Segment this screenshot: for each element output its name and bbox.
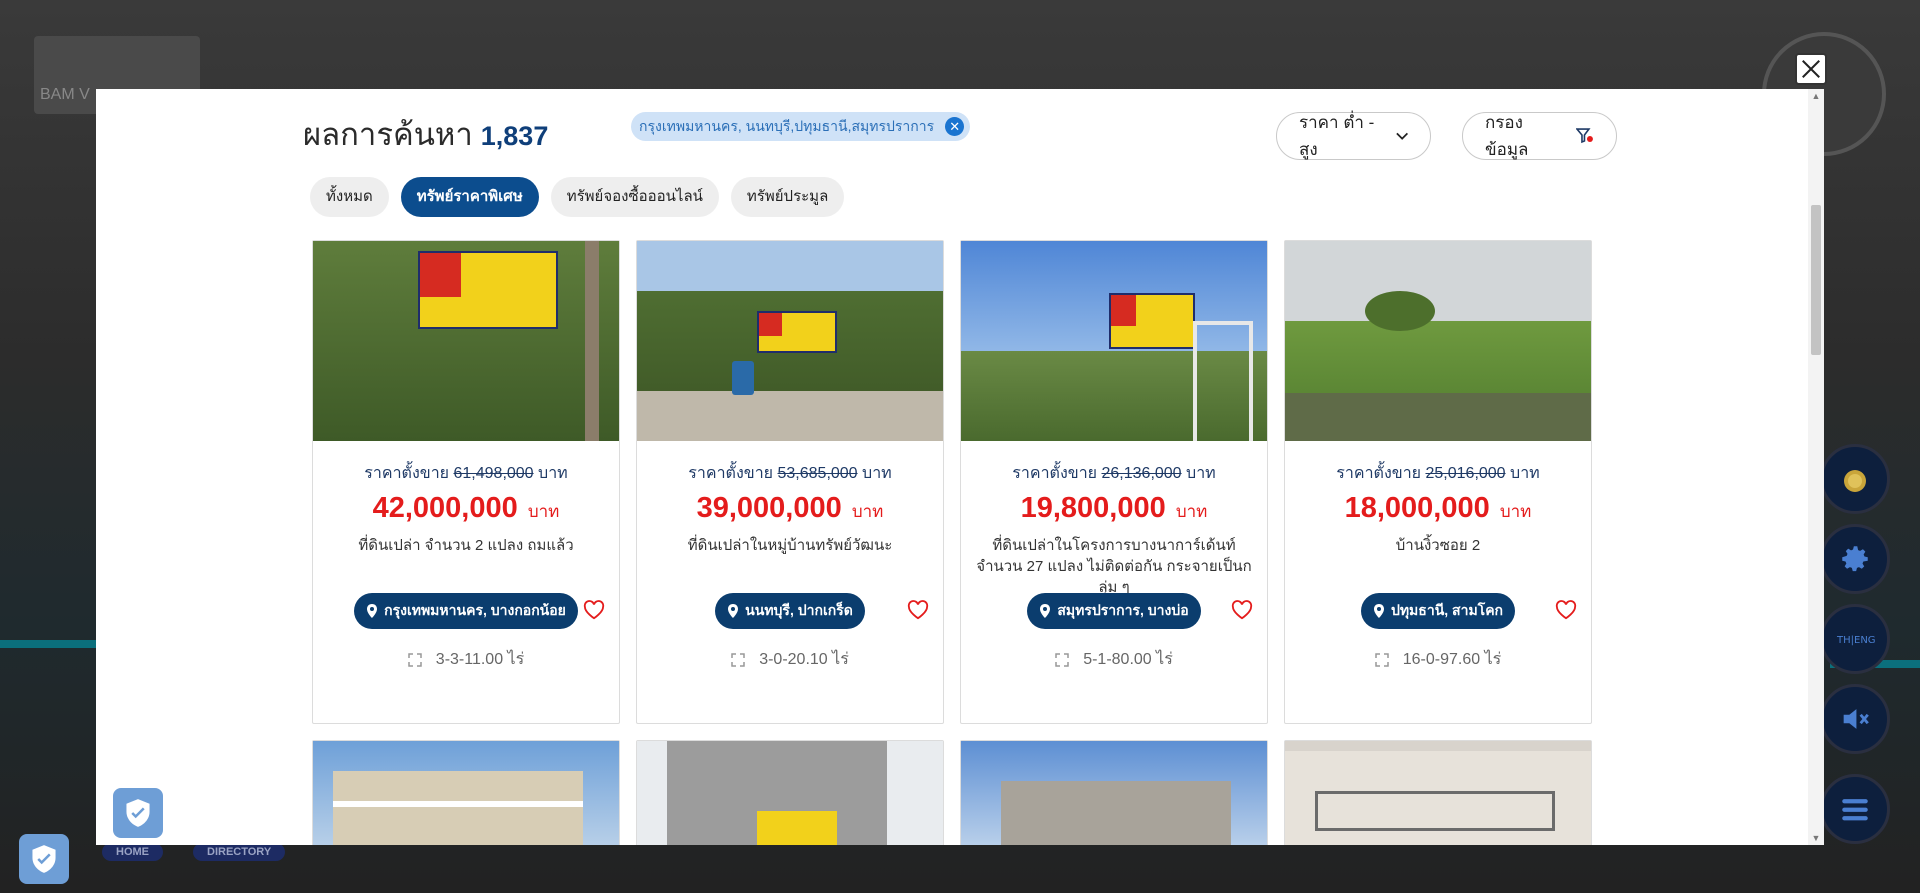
map-pin-icon	[728, 604, 739, 618]
tab-online-reservation[interactable]: ทรัพย์จองซื้อออนไลน์	[550, 177, 719, 217]
listing-photo[interactable]	[637, 741, 943, 845]
listing-photo[interactable]	[313, 741, 619, 845]
shield-icon	[126, 799, 150, 827]
sort-label: ราคา ต่ำ - สูง	[1299, 113, 1375, 159]
close-button[interactable]	[1795, 53, 1827, 85]
language-button[interactable]: TH|ENG	[1820, 604, 1890, 674]
listing-grid: ราคาตั้งขาย 61,498,000 บาท 42,000,000 บา…	[312, 240, 1592, 845]
original-price: ราคาตั้งขาย 26,136,000 บาท	[1012, 465, 1216, 482]
listing-card[interactable]: ราคาตั้งขาย 25,016,000 บาท 18,000,000 บา…	[1284, 240, 1592, 724]
listing-card[interactable]: ราคาตั้งขาย 61,498,000 บาท 42,000,000 บา…	[312, 240, 620, 724]
bottom-nav: HOME DIRECTORY	[102, 842, 322, 864]
expand-icon	[731, 652, 745, 667]
listing-card[interactable]: ราคาตั้งขาย 53,685,000 บาท 39,000,000 บา…	[636, 240, 944, 724]
land-area: 5-1-80.00 ไร่	[961, 647, 1267, 672]
scrollbar-thumb[interactable]	[1811, 205, 1821, 355]
land-area: 3-0-20.10 ไร่	[637, 647, 943, 672]
privacy-shield-button[interactable]	[113, 788, 163, 838]
filter-label: กรองข้อมูล	[1485, 113, 1529, 159]
favorite-heart-icon[interactable]	[1555, 600, 1577, 620]
map-pin-icon	[367, 604, 378, 618]
sale-price: 39,000,000 บาท	[696, 492, 884, 524]
speaker-mute-icon	[1843, 709, 1869, 729]
location-badge[interactable]: สมุทรปราการ, บางบ่อ	[1027, 593, 1201, 629]
province-filter-chip: กรุงเทพมหานคร, นนทบุรี,ปทุมธานี,สมุทรปรา…	[631, 112, 971, 141]
expand-icon	[408, 652, 422, 667]
favorite-heart-icon[interactable]	[907, 600, 929, 620]
original-price: ราคาตั้งขาย 61,498,000 บาท	[364, 465, 568, 482]
listing-photo[interactable]	[961, 241, 1267, 441]
listing-photo[interactable]	[961, 741, 1267, 845]
land-area: 3-3-11.00 ไร่	[313, 647, 619, 672]
medal-icon	[1844, 470, 1866, 492]
listing-description: ที่ดินเปล่า จำนวน 2 แปลง ถมแล้ว	[358, 537, 574, 554]
settings-button[interactable]	[1820, 524, 1890, 594]
expand-icon	[1055, 652, 1069, 667]
sale-price: 19,800,000 บาท	[1020, 492, 1208, 524]
listing-photo[interactable]	[1285, 241, 1591, 441]
land-area: 16-0-97.60 ไร่	[1285, 647, 1591, 672]
sort-dropdown[interactable]: ราคา ต่ำ - สูง	[1276, 112, 1431, 160]
location-badge[interactable]: นนทบุรี, ปากเกร็ด	[715, 593, 865, 629]
location-badge[interactable]: ปทุมธานี, สามโคก	[1360, 593, 1516, 629]
page-title: ผลการค้นหา 1,837	[303, 109, 548, 159]
search-results-modal: ผลการค้นหา 1,837 กรุงเทพมหานคร, นนทบุรี,ป…	[96, 89, 1824, 845]
tab-special-price[interactable]: ทรัพย์ราคาพิเศษ	[400, 177, 539, 217]
privacy-shield-button[interactable]	[19, 834, 69, 884]
location-badge[interactable]: กรุงเทพมหานคร, บางกอกน้อย	[354, 593, 578, 629]
map-pin-icon	[1373, 604, 1384, 618]
sale-price: 18,000,000 บาท	[1344, 492, 1532, 524]
background-strip	[0, 640, 96, 648]
medal-button[interactable]	[1820, 444, 1890, 514]
tab-all[interactable]: ทั้งหมด	[310, 177, 389, 217]
listing-photo[interactable]	[313, 241, 619, 441]
listing-description: ที่ดินเปล่าในโครงการบางนาการ์เด้นท์ จำนว…	[976, 537, 1252, 596]
result-count: 1,837	[480, 121, 549, 151]
menu-icon	[1842, 799, 1868, 821]
filter-button[interactable]: กรองข้อมูล	[1462, 112, 1617, 160]
expand-icon	[1375, 652, 1389, 667]
listing-photo[interactable]	[1285, 741, 1591, 845]
language-icon: TH|ENG	[1836, 635, 1875, 646]
gear-icon	[1842, 546, 1868, 572]
tab-auction[interactable]: ทรัพย์ประมูล	[730, 177, 845, 217]
scroll-up-icon[interactable]: ▲	[1811, 91, 1821, 101]
chevron-down-icon	[1395, 132, 1408, 140]
nav-directory[interactable]: DIRECTORY	[193, 843, 286, 861]
listing-card[interactable]: ราคาตั้งขาย 26,136,000 บาท 19,800,000 บา…	[960, 240, 1268, 724]
listing-card[interactable]	[636, 740, 944, 845]
favorite-heart-icon[interactable]	[1231, 600, 1253, 620]
listing-card[interactable]	[1284, 740, 1592, 845]
modal-scrollbar[interactable]: ▲ ▼	[1808, 89, 1824, 845]
chip-label: กรุงเทพมหานคร, นนทบุรี,ปทุมธานี,สมุทรปรา…	[639, 118, 935, 134]
category-tabs: ทั้งหมด ทรัพย์ราคาพิเศษ ทรัพย์จองซื้อออน…	[310, 177, 845, 217]
nav-home[interactable]: HOME	[102, 843, 163, 861]
listing-card[interactable]	[312, 740, 620, 845]
listing-description: บ้านงิ้วซอย 2	[1395, 537, 1481, 554]
menu-button[interactable]	[1820, 774, 1890, 844]
original-price: ราคาตั้งขาย 25,016,000 บาท	[1336, 465, 1540, 482]
listing-description: ที่ดินเปล่าในหมู่บ้านทรัพย์วัฒนะ	[687, 537, 893, 554]
close-icon	[1802, 60, 1820, 78]
scroll-down-icon[interactable]: ▼	[1811, 833, 1821, 843]
listing-card[interactable]	[960, 740, 1268, 845]
svg-text:TH|ENG: TH|ENG	[1836, 635, 1875, 646]
map-pin-icon	[1040, 604, 1051, 618]
filter-icon	[1576, 128, 1594, 144]
remove-chip-icon[interactable]: ✕	[945, 117, 965, 136]
title-text: ผลการค้นหา	[303, 117, 473, 152]
shield-icon	[32, 845, 56, 873]
sale-price: 42,000,000 บาท	[372, 492, 560, 524]
mute-button[interactable]	[1820, 684, 1890, 754]
listing-photo[interactable]	[637, 241, 943, 441]
original-price: ราคาตั้งขาย 53,685,000 บาท	[688, 465, 892, 482]
favorite-heart-icon[interactable]	[583, 600, 605, 620]
